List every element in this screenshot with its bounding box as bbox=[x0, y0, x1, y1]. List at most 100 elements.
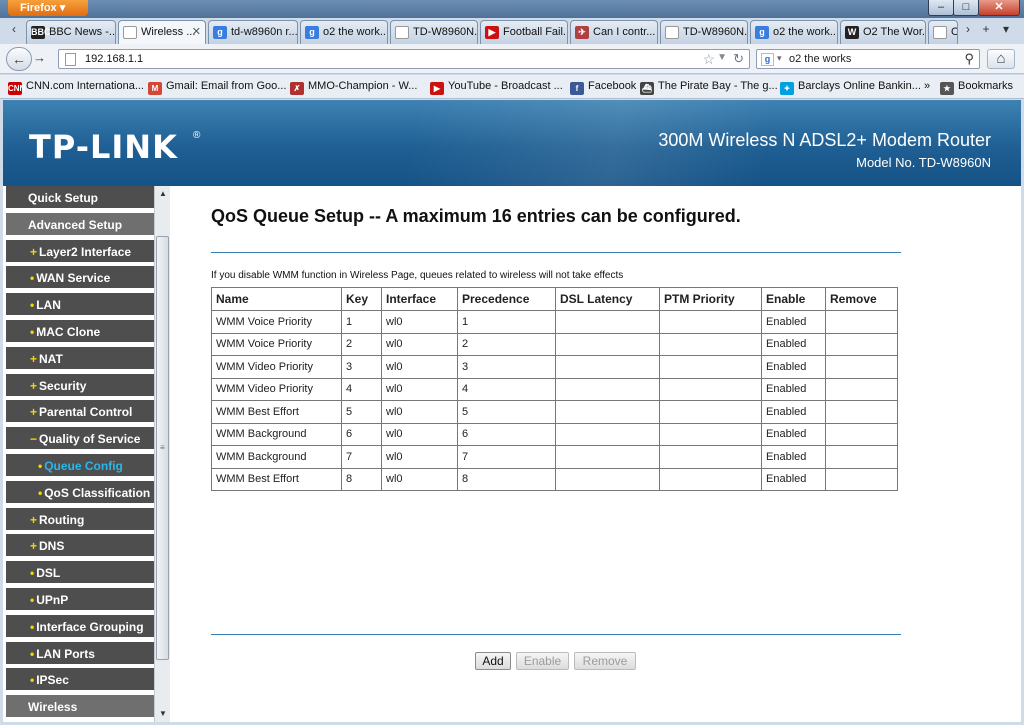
tab-label: o2 the work... bbox=[323, 26, 388, 38]
browser-tab[interactable]: ▶ Football Fail... bbox=[480, 20, 568, 44]
firefox-menu-button[interactable]: Firefox ▾ bbox=[8, 0, 88, 16]
sidebar-item-quick-setup[interactable]: Quick Setup bbox=[6, 186, 154, 210]
bookmark-item[interactable]: ✦ Barclays Online Bankin... bbox=[780, 80, 921, 95]
url-history-dropdown-icon[interactable]: ▼ bbox=[717, 52, 727, 63]
table-cell bbox=[659, 310, 762, 334]
tab-list-icon[interactable]: ▾ bbox=[998, 22, 1014, 40]
browser-tab[interactable]: BBC BBC News -... bbox=[26, 20, 116, 44]
sidebar-item-lan-ports[interactable]: • LAN Ports bbox=[6, 641, 154, 666]
table-cell: WMM Voice Priority bbox=[211, 310, 342, 334]
sidebar-item-advanced-setup[interactable]: Advanced Setup bbox=[6, 212, 154, 237]
page-title: QoS Queue Setup -- A maximum 16 entries … bbox=[211, 206, 741, 226]
add-button[interactable]: Add bbox=[475, 652, 511, 670]
table-cell: WMM Voice Priority bbox=[211, 332, 342, 356]
sidebar-item-qos-classification[interactable]: • QoS Classification bbox=[6, 480, 154, 505]
remove-button[interactable]: Remove bbox=[574, 652, 636, 670]
sidebar-item-parental-control[interactable]: + Parental Control bbox=[6, 400, 154, 425]
sidebar-item-queue-config[interactable]: • Queue Config bbox=[6, 454, 154, 478]
bookmark-item[interactable]: M Gmail: Email from Goo... bbox=[148, 80, 286, 95]
sidebar-item-routing[interactable]: + Routing bbox=[6, 507, 154, 532]
scrollbar-thumb[interactable]: ≡ bbox=[156, 236, 169, 660]
close-tab-icon[interactable]: ✕ bbox=[192, 25, 201, 38]
table-cell: wl0 bbox=[381, 355, 458, 379]
table-cell: wl0 bbox=[381, 445, 458, 469]
bookmark-item[interactable]: CNNCNN.com Internationa... bbox=[8, 80, 144, 95]
menu-bullet-icon: • bbox=[30, 566, 35, 581]
url-bar[interactable]: 192.168.1.1 ☆ ▼ ↻ bbox=[58, 49, 750, 69]
search-input[interactable]: o2 the works bbox=[789, 53, 851, 65]
browser-tab[interactable]: g o2 the work... bbox=[300, 20, 388, 44]
sidebar-item-label: DNS bbox=[39, 539, 65, 554]
table-cell bbox=[825, 467, 898, 491]
maximize-button[interactable]: □ bbox=[953, 0, 979, 16]
column-header: Remove bbox=[825, 287, 898, 311]
sidebar-item-label: UPnP bbox=[36, 593, 69, 607]
sidebar-item-security[interactable]: + Security bbox=[6, 373, 154, 398]
bookmark-item[interactable]: ▶ YouTube - Broadcast ... bbox=[430, 80, 563, 95]
forward-button[interactable]: → bbox=[33, 50, 53, 68]
table-cell: 8 bbox=[457, 467, 556, 491]
bookmark-label: Facebook bbox=[588, 80, 637, 92]
browser-tab[interactable]: TD-W8960N... bbox=[660, 20, 748, 44]
router-admin-page: TP-LINK ® 300M Wireless N ADSL2+ Modem R… bbox=[3, 100, 1021, 722]
menu-bullet-icon: + bbox=[30, 405, 38, 420]
sidebar-item-lan[interactable]: • LAN bbox=[6, 293, 154, 318]
tab-scroll-left-icon[interactable]: ‹ bbox=[6, 22, 22, 40]
tab-scroll-right-icon[interactable]: › bbox=[960, 22, 976, 40]
scroll-up-icon[interactable]: ▲ bbox=[155, 186, 171, 202]
bookmark-item[interactable]: ✗ MMO-Champion - W... bbox=[290, 80, 417, 95]
table-row: WMM Best Effort 8 wl0 8 Enabled bbox=[211, 467, 898, 491]
browser-tab[interactable]: ✈ Can I contr... bbox=[570, 20, 658, 44]
search-magnifier-icon[interactable]: ⚲ bbox=[964, 51, 974, 67]
url-text[interactable]: 192.168.1.1 bbox=[85, 53, 143, 65]
router-banner: TP-LINK ® 300M Wireless N ADSL2+ Modem R… bbox=[3, 100, 1021, 186]
table-cell: Enabled bbox=[761, 310, 826, 334]
bookmark-item[interactable]: f Facebook bbox=[570, 80, 636, 95]
browser-tab[interactable]: Wireless ... ✕ bbox=[118, 20, 206, 45]
reload-icon[interactable]: ↻ bbox=[733, 51, 744, 67]
sidebar-item-interface-grouping[interactable]: • Interface Grouping bbox=[6, 614, 154, 639]
search-engine-icon[interactable]: g bbox=[761, 53, 774, 66]
search-bar[interactable]: g ▾ o2 the works ⚲ bbox=[756, 49, 980, 69]
bookmark-favicon-icon: ▶ bbox=[430, 82, 444, 95]
menu-bullet-icon: + bbox=[30, 378, 38, 393]
close-window-button[interactable]: ✕ bbox=[978, 0, 1020, 16]
enable-button[interactable]: Enable bbox=[516, 652, 569, 670]
sidebar-item-wireless[interactable]: Wireless bbox=[6, 695, 154, 720]
table-cell: WMM Video Priority bbox=[211, 355, 342, 379]
scroll-down-icon[interactable]: ▼ bbox=[155, 706, 171, 722]
sidebar-item-ipsec[interactable]: • IPSec bbox=[6, 668, 154, 693]
bookmark-item[interactable]: ⛴ The Pirate Bay - The g... bbox=[640, 80, 778, 95]
browser-tab[interactable]: g o2 the work... bbox=[750, 20, 838, 44]
sidebar-item-mac-clone[interactable]: • MAC Clone bbox=[6, 320, 154, 344]
sidebar-item-label: Routing bbox=[39, 512, 85, 527]
sidebar-item-quality-of-service[interactable]: − Quality of Service bbox=[6, 427, 154, 452]
bookmark-item[interactable]: ★ Bookmarks bbox=[940, 80, 1013, 95]
sidebar-item-nat[interactable]: + NAT bbox=[6, 346, 154, 371]
new-tab-icon[interactable]: + bbox=[978, 22, 994, 40]
sidebar-scrollbar[interactable]: ▲ ≡ ▼ bbox=[154, 186, 170, 722]
sidebar-item-dns[interactable]: + DNS bbox=[6, 534, 154, 559]
browser-tab[interactable]: O₂ bbox=[928, 20, 958, 44]
tab-favicon-icon: BBC bbox=[31, 26, 51, 39]
title-bar: Firefox ▾ – □ ✕ bbox=[0, 0, 1024, 18]
sidebar-item-layer2-interface[interactable]: + Layer2 Interface bbox=[6, 239, 154, 264]
table-cell: Enabled bbox=[761, 445, 826, 469]
firefox-menu-label: Firefox bbox=[20, 2, 57, 14]
sidebar-item-upnp[interactable]: • UPnP bbox=[6, 588, 154, 612]
bookmark-item[interactable]: » bbox=[924, 80, 930, 92]
browser-tab[interactable]: W O2 The Wor... bbox=[840, 20, 926, 44]
bookmark-star-icon[interactable]: ☆ bbox=[702, 51, 715, 68]
home-icon[interactable]: ⌂ bbox=[987, 49, 1015, 69]
scrollbar-grip-icon: ≡ bbox=[160, 443, 165, 452]
sidebar-item-wan-service[interactable]: • WAN Service bbox=[6, 266, 154, 291]
back-button[interactable]: ← bbox=[6, 47, 32, 71]
browser-tab[interactable]: g td-w8960n r... bbox=[208, 20, 298, 44]
minimize-button[interactable]: – bbox=[928, 0, 954, 16]
sidebar-item-label: LAN bbox=[36, 298, 61, 313]
sidebar-item-dsl[interactable]: • DSL bbox=[6, 561, 154, 586]
table-row: WMM Video Priority 3 wl0 3 Enabled bbox=[211, 355, 898, 379]
search-engine-dropdown-icon[interactable]: ▾ bbox=[777, 53, 782, 64]
tab-favicon-icon bbox=[123, 26, 137, 39]
browser-tab[interactable]: TD-W8960N... bbox=[390, 20, 478, 44]
